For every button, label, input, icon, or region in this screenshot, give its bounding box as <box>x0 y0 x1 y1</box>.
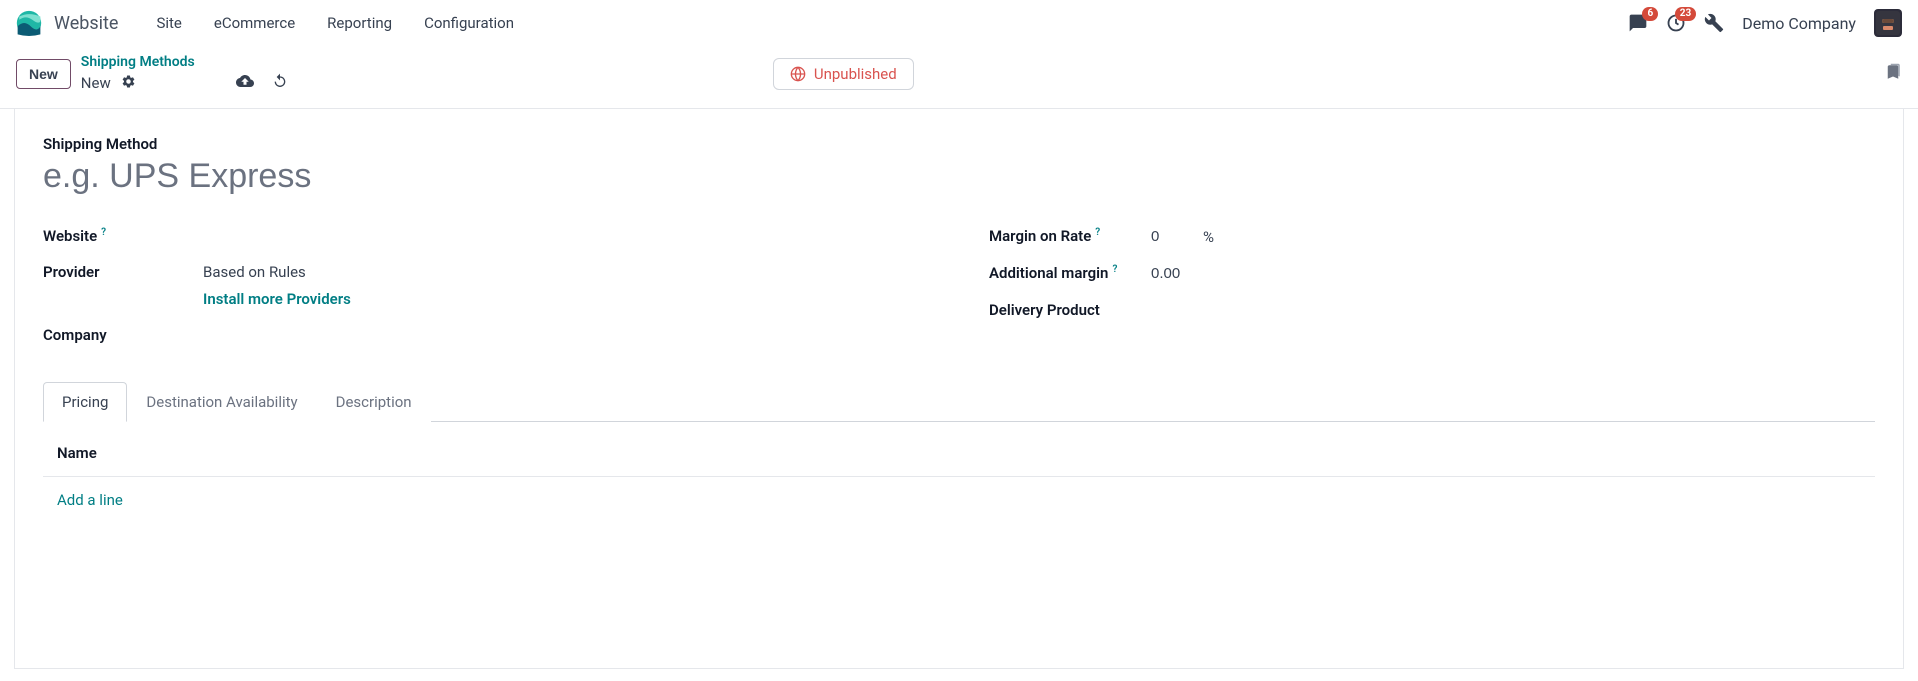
row-website: Website ? <box>43 218 929 254</box>
title-label: Shipping Method <box>43 135 1875 153</box>
app-name[interactable]: Website <box>54 13 118 34</box>
additional-margin-input[interactable] <box>1149 264 1199 283</box>
messages-icon[interactable]: 6 <box>1628 13 1648 33</box>
website-label: Website <box>43 227 97 245</box>
margin-rate-help-icon[interactable]: ? <box>1095 227 1100 238</box>
nav-site[interactable]: Site <box>142 8 195 38</box>
tabs: Pricing Destination Availability Descrip… <box>43 381 1875 422</box>
provider-label: Provider <box>43 263 100 281</box>
company-selector[interactable]: Demo Company <box>1742 14 1856 33</box>
tab-content-pricing: Name Add a line <box>43 422 1875 513</box>
breadcrumb-current: New <box>81 74 111 92</box>
breadcrumb-parent[interactable]: Shipping Methods <box>81 54 288 70</box>
row-additional-margin: Additional margin ? <box>989 255 1875 292</box>
website-help-icon[interactable]: ? <box>101 227 106 238</box>
gear-icon[interactable] <box>121 74 136 93</box>
breadcrumb: Shipping Methods New <box>81 54 288 94</box>
tab-destination-availability[interactable]: Destination Availability <box>127 382 316 422</box>
company-label: Company <box>43 326 107 344</box>
row-company: Company <box>43 317 929 353</box>
tab-pricing[interactable]: Pricing <box>43 382 127 422</box>
messages-badge: 6 <box>1642 7 1658 21</box>
activities-icon[interactable]: 23 <box>1666 13 1686 33</box>
form-col-right: Margin on Rate ? % Additional margin ? <box>989 218 1875 353</box>
form-col-left: Website ? Provider Based on Rules <box>43 218 929 353</box>
sheet-wrap: Shipping Method Website ? Provider <box>0 108 1918 669</box>
margin-rate-input[interactable] <box>1149 227 1189 246</box>
navbar-right: 6 23 Demo Company <box>1628 9 1902 37</box>
unpublished-button[interactable]: Unpublished <box>773 58 914 90</box>
cloud-upload-icon[interactable] <box>236 72 254 94</box>
new-button[interactable]: New <box>16 59 71 89</box>
actionbar-center: Unpublished <box>773 58 914 90</box>
install-more-providers-link[interactable]: Install more Providers <box>203 290 351 308</box>
additional-margin-help-icon[interactable]: ? <box>1112 264 1117 275</box>
shipping-method-name-input[interactable] <box>43 153 1875 204</box>
row-install-more: Install more Providers <box>43 290 929 317</box>
pricing-name-header: Name <box>43 436 1875 477</box>
discard-icon[interactable] <box>272 73 288 93</box>
app-logo[interactable] <box>16 10 42 36</box>
form-grid: Website ? Provider Based on Rules <box>43 218 1875 353</box>
row-delivery-product: Delivery Product <box>989 292 1875 328</box>
additional-margin-label: Additional margin <box>989 264 1108 282</box>
bookmark-icon[interactable] <box>1884 62 1902 86</box>
tools-icon[interactable] <box>1704 13 1724 33</box>
action-bar: New Shipping Methods New Unpublished <box>0 46 1918 108</box>
top-navbar: Website Site eCommerce Reporting Configu… <box>0 0 1918 46</box>
row-provider: Provider Based on Rules <box>43 254 929 290</box>
nav-ecommerce[interactable]: eCommerce <box>200 8 309 38</box>
tab-description[interactable]: Description <box>317 382 431 422</box>
delivery-product-label: Delivery Product <box>989 301 1100 319</box>
margin-rate-label: Margin on Rate <box>989 227 1091 245</box>
nav-reporting[interactable]: Reporting <box>313 8 406 38</box>
form-sheet: Shipping Method Website ? Provider <box>14 109 1904 669</box>
activities-badge: 23 <box>1675 7 1696 21</box>
margin-rate-unit: % <box>1203 228 1214 246</box>
unpublished-label: Unpublished <box>814 65 897 83</box>
navbar-left: Website Site eCommerce Reporting Configu… <box>16 8 528 38</box>
add-line-link[interactable]: Add a line <box>43 477 123 513</box>
row-margin-rate: Margin on Rate ? % <box>989 218 1875 255</box>
nav-configuration[interactable]: Configuration <box>410 8 528 38</box>
user-avatar[interactable] <box>1874 9 1902 37</box>
provider-value[interactable]: Based on Rules <box>203 263 306 281</box>
